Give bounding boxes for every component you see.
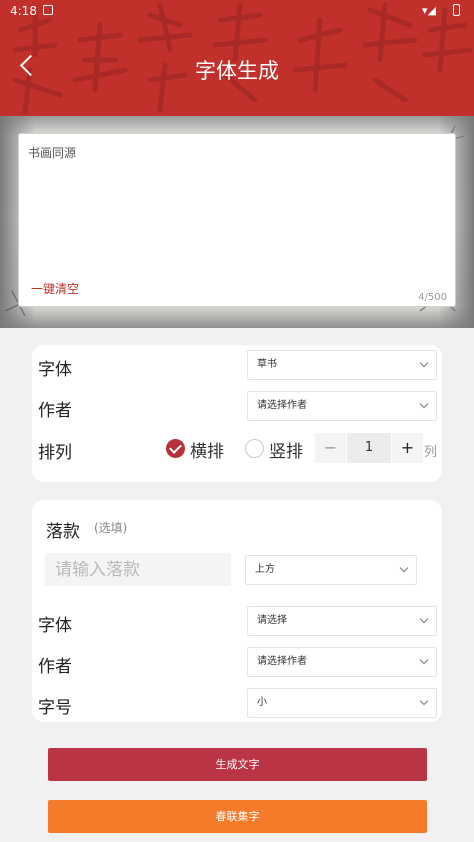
author-label: 作者	[38, 401, 72, 421]
columns-value[interactable]: 1	[347, 433, 391, 463]
signature-input[interactable]	[45, 553, 231, 586]
signature-card: 落款 (选填) 上方 字体 请选择 作者 请选择作者 字号 小	[32, 500, 442, 722]
signal-icon: ▾◢	[422, 4, 436, 17]
author-select[interactable]: 请选择作者	[247, 391, 437, 421]
header-bar: 4:18 ▾◢ 字体生成	[0, 0, 474, 116]
signature-author-label: 作者	[38, 657, 72, 677]
clear-all-button[interactable]: 一键清空	[31, 280, 79, 297]
chevron-down-icon	[419, 399, 429, 409]
style-settings-card: 字体 草书 作者 请选择作者 排列 横排 竖排 − 1 + 列	[32, 345, 442, 482]
signature-font-select[interactable]: 请选择	[247, 606, 437, 636]
signature-size-select[interactable]: 小	[247, 688, 437, 718]
signature-size-label: 字号	[38, 698, 72, 718]
notification-icon	[43, 5, 53, 15]
couplet-collect-button[interactable]: 春联集字	[48, 800, 427, 833]
status-time: 4:18	[10, 4, 37, 18]
page-title: 字体生成	[195, 59, 279, 83]
chevron-down-icon	[399, 563, 409, 573]
ink-painting-frame: 书画同源 一键清空 4/500	[0, 116, 474, 328]
radio-circle-icon	[245, 439, 264, 458]
checkmark-icon	[166, 439, 185, 458]
signature-font-value: 请选择	[257, 615, 287, 626]
author-select-value: 请选择作者	[257, 400, 307, 411]
font-select-value: 草书	[257, 359, 277, 370]
chevron-down-icon	[419, 655, 429, 665]
signature-position-select[interactable]: 上方	[245, 555, 417, 585]
decrement-button[interactable]: −	[315, 433, 346, 463]
increment-button[interactable]: +	[392, 433, 423, 463]
columns-unit: 列	[424, 445, 438, 460]
signature-title: 落款	[46, 522, 80, 542]
horizontal-label: 横排	[190, 442, 224, 462]
optional-label: (选填)	[94, 521, 128, 535]
signature-font-label: 字体	[38, 616, 72, 636]
chevron-down-icon	[419, 614, 429, 624]
font-select[interactable]: 草书	[247, 350, 437, 380]
signature-author-value: 请选择作者	[257, 656, 307, 667]
status-bar: 4:18 ▾◢	[0, 0, 474, 22]
signature-author-select[interactable]: 请选择作者	[247, 647, 437, 677]
signature-position-value: 上方	[255, 564, 275, 575]
generate-text-button[interactable]: 生成文字	[48, 748, 427, 781]
font-label: 字体	[38, 360, 72, 380]
chevron-down-icon	[419, 358, 429, 368]
char-counter: 4/500	[418, 292, 447, 303]
vertical-label: 竖排	[269, 442, 303, 462]
text-input-area[interactable]: 书画同源 一键清空 4/500	[18, 133, 456, 307]
battery-icon	[453, 4, 460, 16]
chevron-down-icon	[419, 696, 429, 706]
layout-label: 排列	[38, 443, 72, 463]
text-content[interactable]: 书画同源	[28, 144, 76, 161]
signature-size-value: 小	[257, 697, 267, 708]
